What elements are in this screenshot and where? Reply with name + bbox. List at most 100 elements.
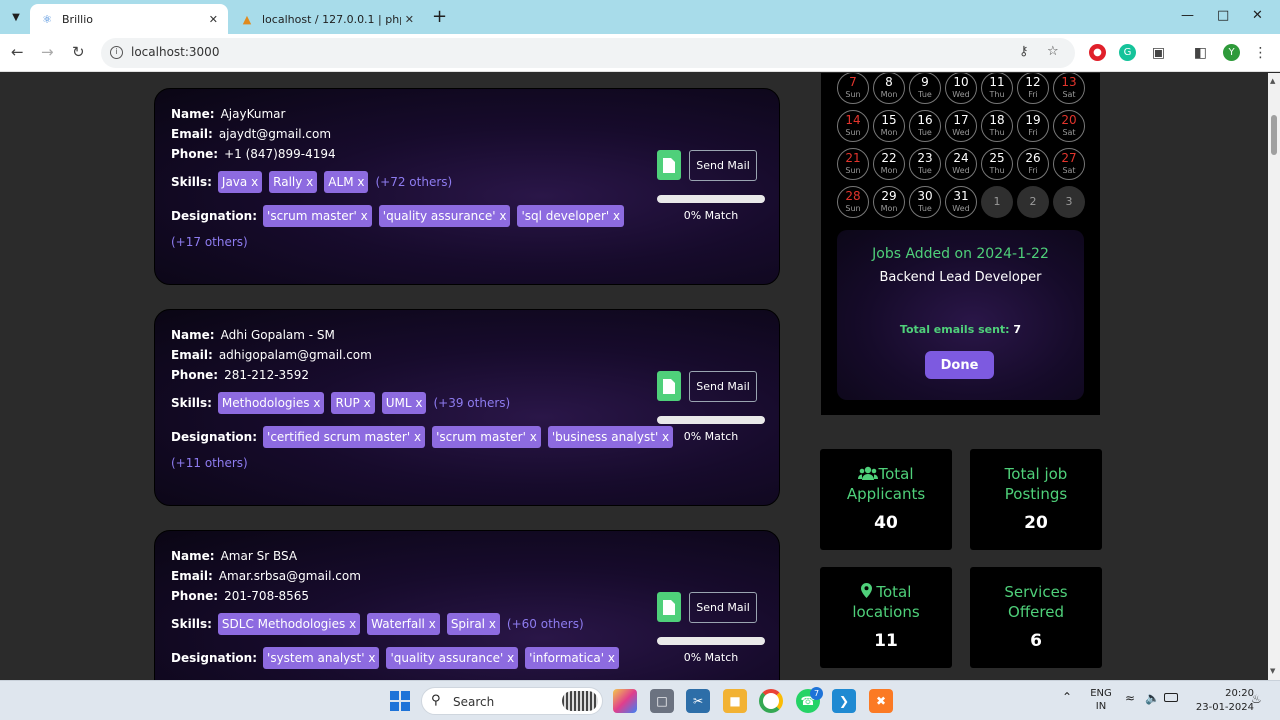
calendar-day[interactable]: 27 Sat bbox=[1053, 148, 1085, 180]
designation-chip[interactable]: 'quality assurance' x bbox=[378, 205, 511, 227]
calendar-day[interactable]: 22 Mon bbox=[873, 148, 905, 180]
maximize-icon[interactable]: □ bbox=[1217, 8, 1229, 23]
calendar-day[interactable]: 14 Sun bbox=[837, 110, 869, 142]
designation-chip[interactable]: 'scrum master' x bbox=[432, 426, 541, 448]
taskbar-search[interactable]: ⚲ Search bbox=[421, 687, 603, 715]
skill-chip[interactable]: Java x bbox=[217, 171, 263, 193]
notification-bell-icon[interactable]: ♨ bbox=[1251, 693, 1262, 706]
file-explorer-icon[interactable]: ■ bbox=[723, 689, 747, 713]
tab-brillio[interactable]: ⚛ Brillio ✕ bbox=[30, 4, 228, 34]
skill-chip[interactable]: Rally x bbox=[269, 171, 318, 193]
profile-avatar[interactable]: Y bbox=[1223, 44, 1240, 61]
designation-chip[interactable]: 'business analyst' x bbox=[547, 426, 674, 448]
designation-chip[interactable]: 'informatica' x bbox=[525, 647, 619, 669]
minimize-icon[interactable]: — bbox=[1181, 8, 1194, 23]
calendar-day[interactable]: 25 Thu bbox=[981, 148, 1013, 180]
skill-chip[interactable]: ALM x bbox=[324, 171, 369, 193]
scroll-down-icon[interactable]: ▼ bbox=[1270, 667, 1275, 675]
send-mail-button[interactable]: Send Mail bbox=[689, 592, 757, 623]
url-text[interactable]: localhost:3000 bbox=[131, 45, 219, 59]
copilot-icon[interactable] bbox=[613, 689, 637, 713]
calendar-day[interactable]: 12 Fri bbox=[1017, 73, 1049, 104]
calendar-day[interactable]: 16 Tue bbox=[909, 110, 941, 142]
address-bar[interactable]: i localhost:3000 ⚷ ☆ bbox=[101, 38, 1075, 68]
password-key-icon[interactable]: ⚷ bbox=[1019, 44, 1029, 59]
adblock-extension-icon[interactable]: ● bbox=[1089, 44, 1106, 61]
designations-more-link[interactable]: (+11 others) bbox=[171, 456, 248, 470]
xampp-icon[interactable]: ✖ bbox=[869, 689, 893, 713]
scroll-up-icon[interactable]: ▲ bbox=[1270, 77, 1275, 85]
skills-more-link[interactable]: (+39 others) bbox=[433, 396, 510, 410]
page-scrollbar[interactable]: ▲ ▼ bbox=[1268, 73, 1280, 680]
calendar-day[interactable]: 18 Thu bbox=[981, 110, 1013, 142]
system-clock[interactable]: 20:20 23-01-2024 bbox=[1188, 687, 1254, 715]
calendar-day-empty[interactable]: 1 bbox=[981, 186, 1013, 218]
language-indicator[interactable]: ENG IN bbox=[1088, 687, 1114, 713]
designation-chip[interactable]: 'certified scrum master' x bbox=[263, 426, 426, 448]
calendar-day[interactable]: 31 Wed bbox=[945, 186, 977, 218]
side-panel-icon[interactable]: ◧ bbox=[1192, 44, 1209, 61]
close-tab-icon[interactable]: ✕ bbox=[209, 13, 218, 26]
calendar-day[interactable]: 29 Mon bbox=[873, 186, 905, 218]
close-tab-icon[interactable]: ✕ bbox=[405, 13, 414, 26]
calendar-day[interactable]: 21 Sun bbox=[837, 148, 869, 180]
snipping-tool-icon[interactable]: ✂ bbox=[686, 689, 710, 713]
calendar-day[interactable]: 26 Fri bbox=[1017, 148, 1049, 180]
calendar-day[interactable]: 7 Sun bbox=[837, 73, 869, 104]
extensions-puzzle-icon[interactable]: ▣ bbox=[1150, 44, 1167, 61]
skills-more-link[interactable]: (+72 others) bbox=[375, 175, 452, 189]
calendar-day[interactable]: 17 Wed bbox=[945, 110, 977, 142]
calendar-day[interactable]: 10 Wed bbox=[945, 73, 977, 104]
calendar-day[interactable]: 19 Fri bbox=[1017, 110, 1049, 142]
designation-chip[interactable]: 'system analyst' x bbox=[263, 647, 380, 669]
volume-icon[interactable]: 🔈 bbox=[1145, 692, 1160, 705]
windows-start-icon[interactable] bbox=[388, 689, 412, 713]
browser-menu-icon[interactable]: ⋮ bbox=[1252, 44, 1269, 61]
skill-chip[interactable]: SDLC Methodologies x bbox=[217, 613, 361, 635]
resume-document-icon[interactable] bbox=[657, 150, 681, 180]
skill-chip[interactable]: Spiral x bbox=[446, 613, 500, 635]
close-window-icon[interactable]: ✕ bbox=[1252, 8, 1263, 23]
site-info-icon[interactable]: i bbox=[110, 46, 123, 59]
designation-chip[interactable]: 'scrum master' x bbox=[263, 205, 372, 227]
calendar-day[interactable]: 13 Sat bbox=[1053, 73, 1085, 104]
calendar-day[interactable]: 9 Tue bbox=[909, 73, 941, 104]
skills-more-link[interactable]: (+60 others) bbox=[507, 617, 584, 631]
reload-icon[interactable]: ↻ bbox=[72, 43, 85, 61]
battery-icon[interactable] bbox=[1164, 693, 1178, 702]
calendar-day[interactable]: 8 Mon bbox=[873, 73, 905, 104]
calendar-day[interactable]: 20 Sat bbox=[1053, 110, 1085, 142]
tab-search-chevron-icon[interactable]: ▼ bbox=[6, 7, 26, 27]
task-view-icon[interactable]: □ bbox=[650, 689, 674, 713]
calendar-day-empty[interactable]: 3 bbox=[1053, 186, 1085, 218]
designation-chip[interactable]: 'sql developer' x bbox=[517, 205, 625, 227]
new-tab-button[interactable]: + bbox=[432, 6, 447, 27]
grammarly-extension-icon[interactable]: G bbox=[1119, 44, 1136, 61]
skill-chip[interactable]: UML x bbox=[381, 392, 427, 414]
calendar-day[interactable]: 24 Wed bbox=[945, 148, 977, 180]
bookmark-star-icon[interactable]: ☆ bbox=[1047, 44, 1059, 59]
back-arrow-icon[interactable]: ← bbox=[11, 43, 24, 61]
chrome-icon[interactable] bbox=[759, 689, 783, 713]
show-hidden-icons-icon[interactable]: ⌃ bbox=[1062, 691, 1072, 704]
scrollbar-thumb[interactable] bbox=[1271, 115, 1277, 155]
vscode-icon[interactable]: ❯ bbox=[832, 689, 856, 713]
calendar-day-empty[interactable]: 2 bbox=[1017, 186, 1049, 218]
calendar-day[interactable]: 11 Thu bbox=[981, 73, 1013, 104]
skill-chip[interactable]: Waterfall x bbox=[367, 613, 440, 635]
send-mail-button[interactable]: Send Mail bbox=[689, 150, 757, 181]
calendar-day[interactable]: 28 Sun bbox=[837, 186, 869, 218]
tab-phpmyadmin[interactable]: ▲ localhost / 127.0.0.1 | phpMyAdmin ✕ bbox=[230, 4, 424, 34]
designation-chip[interactable]: 'quality assurance' x bbox=[386, 647, 519, 669]
calendar-day[interactable]: 30 Tue bbox=[909, 186, 941, 218]
designations-more-link[interactable]: (+17 others) bbox=[171, 235, 248, 249]
calendar-day[interactable]: 15 Mon bbox=[873, 110, 905, 142]
wifi-icon[interactable]: ≈ bbox=[1125, 692, 1135, 705]
calendar-day[interactable]: 23 Tue bbox=[909, 148, 941, 180]
resume-document-icon[interactable] bbox=[657, 592, 681, 622]
skill-chip[interactable]: Methodologies x bbox=[217, 392, 325, 414]
send-mail-button[interactable]: Send Mail bbox=[689, 371, 757, 402]
forward-arrow-icon[interactable]: → bbox=[41, 43, 54, 61]
skill-chip[interactable]: RUP x bbox=[331, 392, 375, 414]
done-button[interactable]: Done bbox=[925, 351, 994, 379]
